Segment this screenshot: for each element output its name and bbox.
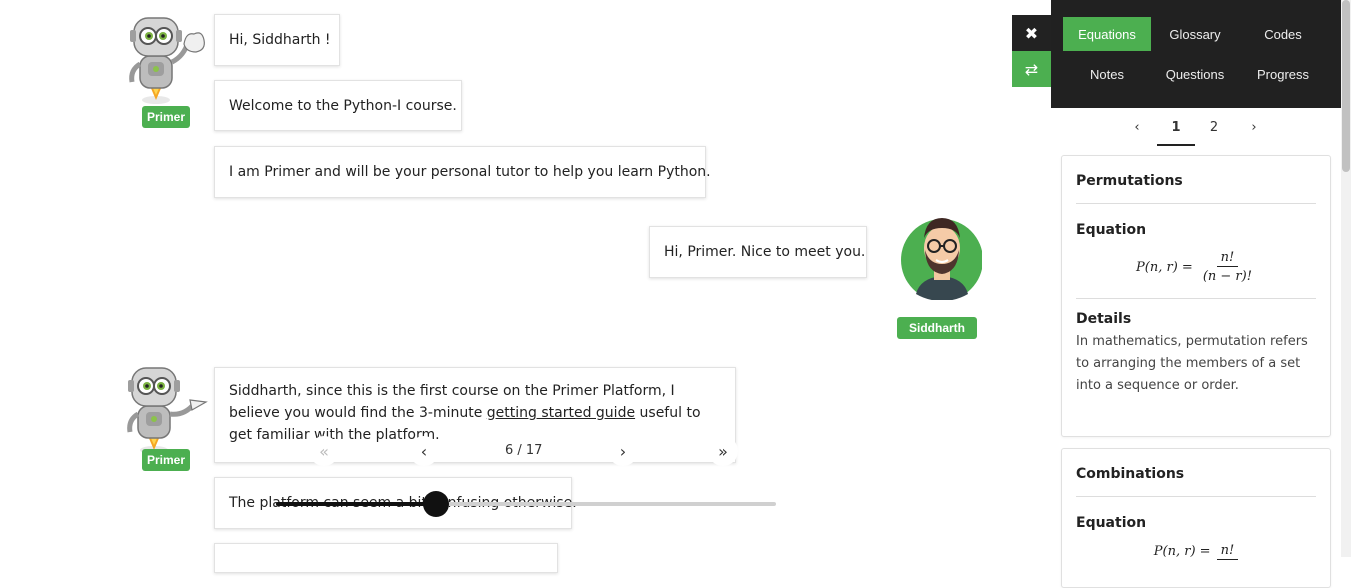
equation-numerator: n!: [1216, 250, 1239, 267]
user-message: Hi, Primer. Nice to meet you.: [649, 226, 867, 278]
reference-panel: Equations Glossary Codes Notes Questions…: [1051, 0, 1341, 588]
message-text: Hi, Siddharth !: [229, 32, 331, 48]
equation-label: Equation: [1076, 515, 1147, 531]
pagination-page[interactable]: 2: [1195, 118, 1233, 146]
equation-numerator: n!: [1216, 543, 1239, 560]
tab-questions[interactable]: Questions: [1151, 57, 1239, 91]
bot-name-badge: Primer: [142, 106, 190, 128]
chevron-left-icon[interactable]: ‹: [409, 436, 439, 466]
message-text: Hi, Primer. Nice to meet you.: [664, 244, 866, 260]
panel-header: Equations Glossary Codes Notes Questions…: [1051, 0, 1341, 108]
user-avatar: [901, 218, 982, 300]
message-player-controls: « ‹ 6 / 17 › »: [300, 436, 740, 468]
message-text: I am Primer and will be your personal tu…: [229, 164, 711, 180]
getting-started-guide-link[interactable]: getting started guide: [487, 405, 635, 421]
tab-equations[interactable]: Equations: [1063, 17, 1151, 51]
equation-label: Equation: [1076, 222, 1147, 238]
user-name-badge: Siddharth: [897, 317, 977, 339]
bot-message: Hi, Siddharth !: [214, 14, 340, 66]
chat-area: Primer Hi, Siddharth ! Welcome to the Py…: [0, 0, 1012, 573]
double-chevron-left-icon[interactable]: «: [309, 436, 339, 466]
message-counter: 6 / 17: [505, 443, 543, 458]
panel-tabs: Equations Glossary Codes Notes Questions…: [1063, 17, 1329, 91]
pagination-next-icon[interactable]: ›: [1235, 118, 1273, 146]
double-chevron-right-icon[interactable]: »: [708, 436, 738, 466]
card-title: Combinations: [1076, 449, 1316, 497]
swap-icon[interactable]: ⇄: [1012, 51, 1051, 87]
progress-slider-fill: [276, 502, 436, 506]
bot-message-partial: [214, 543, 558, 573]
equation-card: Permutations Equation P(n, r) = n! (n − …: [1061, 155, 1331, 437]
bot-message: Welcome to the Python-I course.: [214, 80, 462, 131]
robot-avatar: [127, 367, 208, 454]
message-text: Welcome to the Python-I course.: [229, 97, 457, 114]
close-icon[interactable]: ✖: [1012, 15, 1051, 51]
tab-glossary[interactable]: Glossary: [1151, 17, 1239, 51]
scrollbar-thumb[interactable]: [1342, 0, 1350, 172]
side-tools: ✖ ⇄: [1012, 15, 1051, 87]
equation-fraction: n! (n − r)!: [1199, 250, 1256, 284]
details-label: Details: [1076, 311, 1132, 327]
details-text: In mathematics, permutation refers to ar…: [1076, 334, 1308, 393]
robot-avatar: [129, 17, 205, 104]
pagination: ‹ 1 2 ›: [1051, 108, 1341, 154]
progress-slider-thumb[interactable]: [423, 491, 449, 517]
equation-lhs: P(n, r) =: [1136, 259, 1193, 275]
equation-fraction: n!: [1216, 543, 1239, 560]
chevron-right-icon[interactable]: ›: [608, 436, 638, 466]
tab-notes[interactable]: Notes: [1063, 57, 1151, 91]
page-scrollbar[interactable]: [1341, 0, 1351, 557]
equation-card: Combinations Equation P(n, r) = n!: [1061, 448, 1331, 588]
bot-message: I am Primer and will be your personal tu…: [214, 146, 711, 198]
equation-formula: P(n, r) = n!: [1076, 543, 1316, 574]
card-title: Permutations: [1076, 156, 1316, 204]
pagination-prev-icon[interactable]: ‹: [1118, 118, 1156, 146]
equation-denominator: (n − r)!: [1202, 269, 1252, 284]
tab-codes[interactable]: Codes: [1239, 17, 1327, 51]
bot-name-badge: Primer: [142, 449, 190, 471]
pagination-page[interactable]: 1: [1157, 118, 1195, 146]
progress-slider[interactable]: [276, 491, 776, 517]
equation-formula: P(n, r) = n! (n − r)!: [1076, 250, 1316, 299]
tab-progress[interactable]: Progress: [1239, 57, 1327, 91]
